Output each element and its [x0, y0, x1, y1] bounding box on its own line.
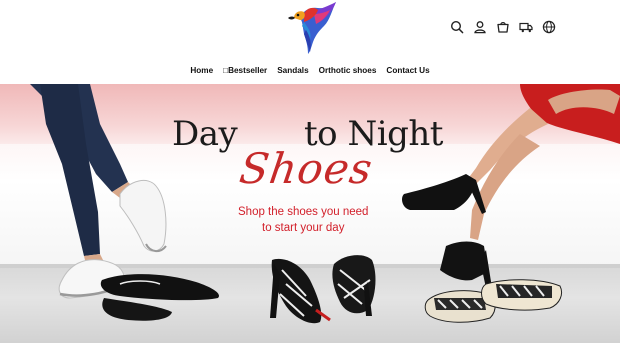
hero-tagline: Shop the shoes you need to start your da…	[238, 204, 398, 236]
shipping-icon[interactable]	[517, 18, 534, 35]
right-legs-image	[464, 84, 620, 240]
left-legs-image	[30, 84, 134, 264]
espadrilles-image	[424, 279, 563, 323]
nav-item-contact-us[interactable]: Contact Us	[381, 60, 434, 82]
tagline-line-1: Shop the shoes you need	[238, 206, 369, 218]
parrot-logo-icon[interactable]	[280, 0, 338, 56]
main-nav: Home □Bestseller Sandals Orthotic shoes …	[0, 60, 620, 82]
hero-script-title: Shoes	[236, 144, 376, 193]
tagline-line-2: to start your day	[262, 222, 345, 234]
headline-word-day: Day	[172, 114, 238, 154]
search-icon[interactable]	[448, 18, 465, 35]
nav-item-orthotic-shoes[interactable]: Orthotic shoes	[314, 60, 382, 82]
nav-item-home[interactable]: Home	[185, 60, 218, 82]
black-flats-image	[100, 274, 220, 321]
hero-banner[interactable]: Day to Night Shoes Shop the shoes you ne…	[0, 84, 620, 343]
account-icon[interactable]	[471, 18, 488, 35]
nav-item-sandals[interactable]: Sandals	[272, 60, 313, 82]
site-header: Home □Bestseller Sandals Orthotic shoes …	[0, 0, 620, 84]
nav-item-bestseller[interactable]: □Bestseller	[218, 60, 272, 82]
header-icon-bar	[448, 18, 557, 35]
strappy-heels-image	[270, 255, 376, 324]
cart-icon[interactable]	[494, 18, 511, 35]
globe-icon[interactable]	[540, 18, 557, 35]
